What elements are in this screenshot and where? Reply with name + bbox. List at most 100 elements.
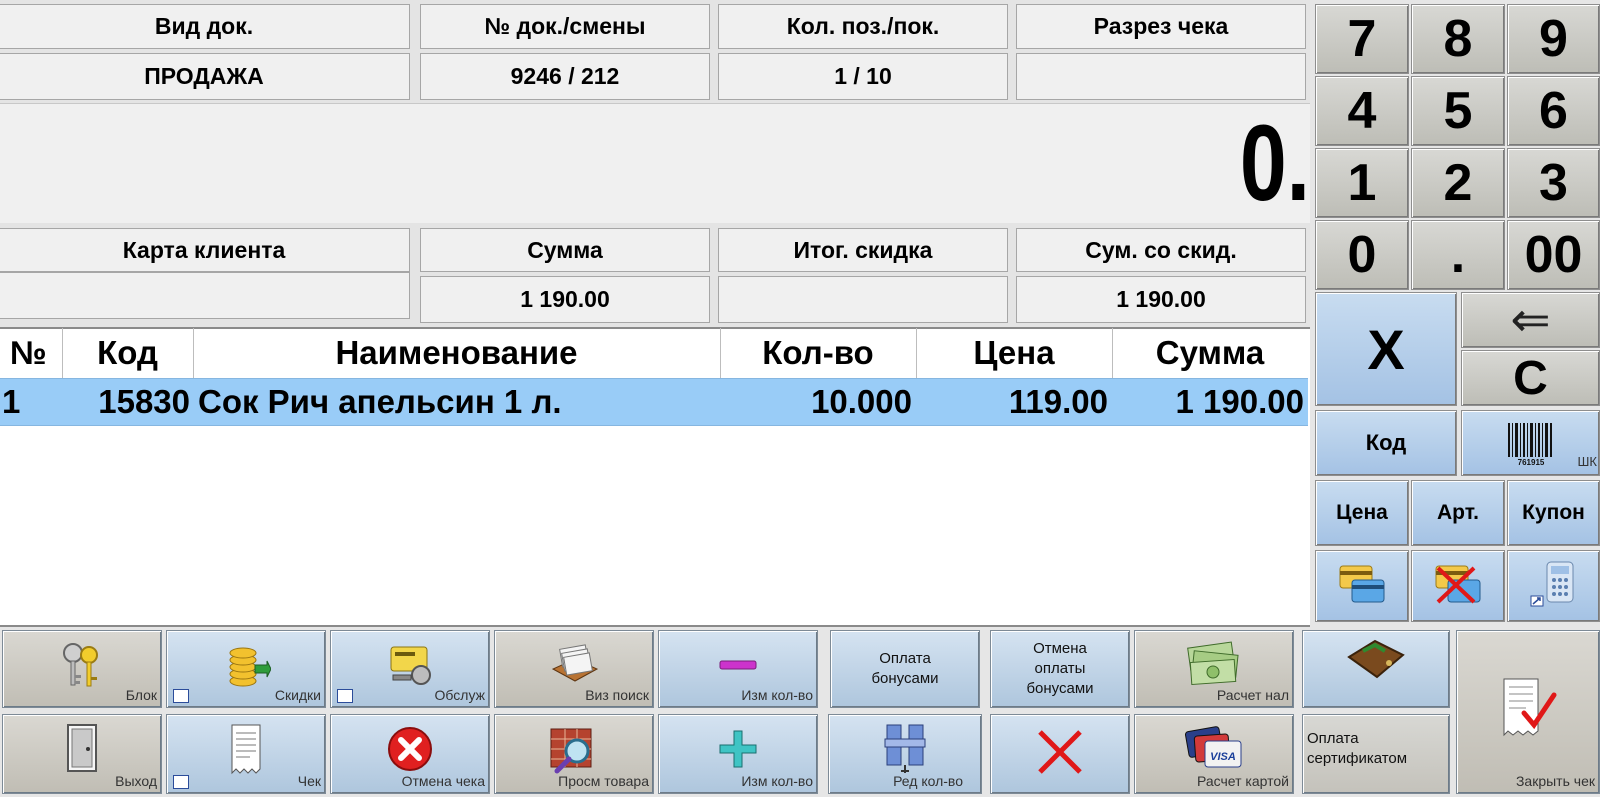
key-00[interactable]: 00 xyxy=(1507,220,1600,290)
cards-cancel-icon xyxy=(1430,560,1486,613)
key-7[interactable]: 7 xyxy=(1315,4,1409,74)
change-qty-minus-button[interactable]: Изм кол-во xyxy=(658,630,818,708)
client-card-value[interactable] xyxy=(0,272,410,319)
col-header-code: Код xyxy=(97,334,158,371)
amount-display-value: 0. xyxy=(1239,102,1310,223)
key-9[interactable]: 9 xyxy=(1507,4,1600,74)
doc-number-header: № док./смены xyxy=(420,4,710,49)
view-goods-button[interactable]: Просм товара xyxy=(494,714,654,794)
svg-text:VISA: VISA xyxy=(1210,751,1236,763)
no-card-button[interactable] xyxy=(1411,550,1505,622)
cell-name: Сок Рич апельсин 1 л. xyxy=(198,383,562,420)
key-5[interactable]: 5 xyxy=(1411,76,1505,146)
col-header-num: № xyxy=(10,334,47,371)
certificate-payment-button[interactable]: Оплата сертификатом xyxy=(1302,714,1450,794)
calculator-icon xyxy=(1529,558,1579,615)
receipt-button[interactable]: Чек xyxy=(166,714,326,794)
cancel-bonus-button[interactable]: Отмена оплаты бонусами xyxy=(990,630,1130,708)
cards-icon xyxy=(1336,560,1388,613)
sum-value: 1 190.00 xyxy=(420,276,710,323)
coupon-button[interactable]: Купон xyxy=(1507,480,1600,546)
cell-code: 15830 xyxy=(98,383,190,420)
visual-search-button[interactable]: Виз поиск xyxy=(494,630,654,708)
key-1[interactable]: 1 xyxy=(1315,148,1409,218)
edit-qty-button[interactable]: Ред кол-во xyxy=(828,714,982,794)
close-receipt-label: Закрыть чек xyxy=(1515,773,1595,789)
price-button[interactable]: Цена xyxy=(1315,480,1409,546)
barcode-button[interactable]: 761915 ШК xyxy=(1461,410,1600,476)
code-button[interactable]: Код xyxy=(1315,410,1457,476)
key-3[interactable]: 3 xyxy=(1507,148,1600,218)
change-qty-plus-button[interactable]: Изм кол-во xyxy=(658,714,818,794)
table-row[interactable]: 1 15830 Сок Рич апельсин 1 л. 10.000 119… xyxy=(0,378,1308,426)
cash-payment-label: Расчет нал xyxy=(1216,687,1289,703)
receipt-label: Чек xyxy=(297,773,321,789)
exit-button[interactable]: Выход xyxy=(2,714,162,794)
certificate-payment-label: Оплата сертификатом xyxy=(1307,730,1408,767)
key-4[interactable]: 4 xyxy=(1315,76,1409,146)
col-header-price: Цена xyxy=(973,334,1055,371)
pay-bonus-label: Оплата бонусами xyxy=(871,650,939,687)
cancel-bonus-label: Отмена оплаты бонусами xyxy=(1026,640,1094,697)
pay-bonus-button[interactable]: Оплата бонусами xyxy=(830,630,980,708)
cancel-circle-icon xyxy=(386,725,434,776)
col-header-name: Наименование xyxy=(335,334,578,371)
multiply-button[interactable]: X xyxy=(1315,292,1457,406)
shortcut-icon xyxy=(337,689,353,703)
cell-sum: 1 190.00 xyxy=(1175,383,1304,420)
total-discount-header: Итог. скидка xyxy=(718,228,1008,272)
positions-value: 1 / 10 xyxy=(718,53,1008,100)
receipt-icon xyxy=(228,723,264,778)
clear-button[interactable]: C xyxy=(1461,350,1600,406)
shortcut-icon xyxy=(173,775,189,789)
svg-text:761915: 761915 xyxy=(1518,458,1545,467)
key-8[interactable]: 8 xyxy=(1411,4,1505,74)
key-decimal[interactable]: . xyxy=(1411,220,1505,290)
card-payment-button[interactable]: VISA Расчет картой xyxy=(1134,714,1294,794)
exit-label: Выход xyxy=(115,773,157,789)
card-button[interactable] xyxy=(1315,550,1409,622)
discounts-label: Скидки xyxy=(274,687,321,703)
sum-with-discount-value: 1 190.00 xyxy=(1016,276,1306,323)
discounts-button[interactable]: Скидки xyxy=(166,630,326,708)
service-label: Обслуж xyxy=(434,687,485,703)
barcode-label: ШК xyxy=(1577,454,1598,469)
amount-display xyxy=(0,103,1310,223)
cancel-receipt-button[interactable]: Отмена чека xyxy=(330,714,490,794)
backspace-button[interactable]: ⇐ xyxy=(1461,292,1600,348)
client-card-header: Карта клиента xyxy=(0,228,410,272)
cash-icon xyxy=(1185,639,1243,692)
receipt-section-value xyxy=(1016,53,1306,100)
keys-icon xyxy=(57,639,107,694)
plus-icon xyxy=(718,729,758,772)
table-header-row: № Код Наименование Кол-во Цена Сумма xyxy=(0,330,1310,376)
visual-search-label: Виз поиск xyxy=(585,687,649,703)
total-discount-value xyxy=(718,276,1008,323)
receipt-check-icon xyxy=(1498,677,1558,742)
minus-icon xyxy=(718,657,758,676)
block-button[interactable]: Блок xyxy=(2,630,162,708)
doc-type-header: Вид док. xyxy=(0,4,410,49)
goods-search-icon xyxy=(547,723,601,778)
card-file-icon xyxy=(547,639,601,690)
door-icon xyxy=(62,723,102,778)
cancel-receipt-label: Отмена чека xyxy=(401,773,485,789)
sum-with-discount-header: Сум. со скид. xyxy=(1016,228,1306,272)
close-receipt-button[interactable]: Закрыть чек xyxy=(1456,630,1600,794)
shortcut-icon xyxy=(173,689,189,703)
key-0[interactable]: 0 xyxy=(1315,220,1409,290)
cash-payment-button[interactable]: Расчет нал xyxy=(1134,630,1294,708)
service-button[interactable]: Обслуж xyxy=(330,630,490,708)
delete-button[interactable] xyxy=(990,714,1130,794)
cell-qty: 10.000 xyxy=(811,383,912,420)
article-button[interactable]: Арт. xyxy=(1411,480,1505,546)
coins-icon xyxy=(221,639,272,694)
block-label: Блок xyxy=(125,687,157,703)
card-payment-label: Расчет картой xyxy=(1197,773,1289,789)
calculator-button[interactable] xyxy=(1507,550,1600,622)
clamp-icon xyxy=(879,721,931,778)
col-header-qty: Кол-во xyxy=(762,334,874,371)
key-6[interactable]: 6 xyxy=(1507,76,1600,146)
wallet-button[interactable] xyxy=(1302,630,1450,708)
key-2[interactable]: 2 xyxy=(1411,148,1505,218)
